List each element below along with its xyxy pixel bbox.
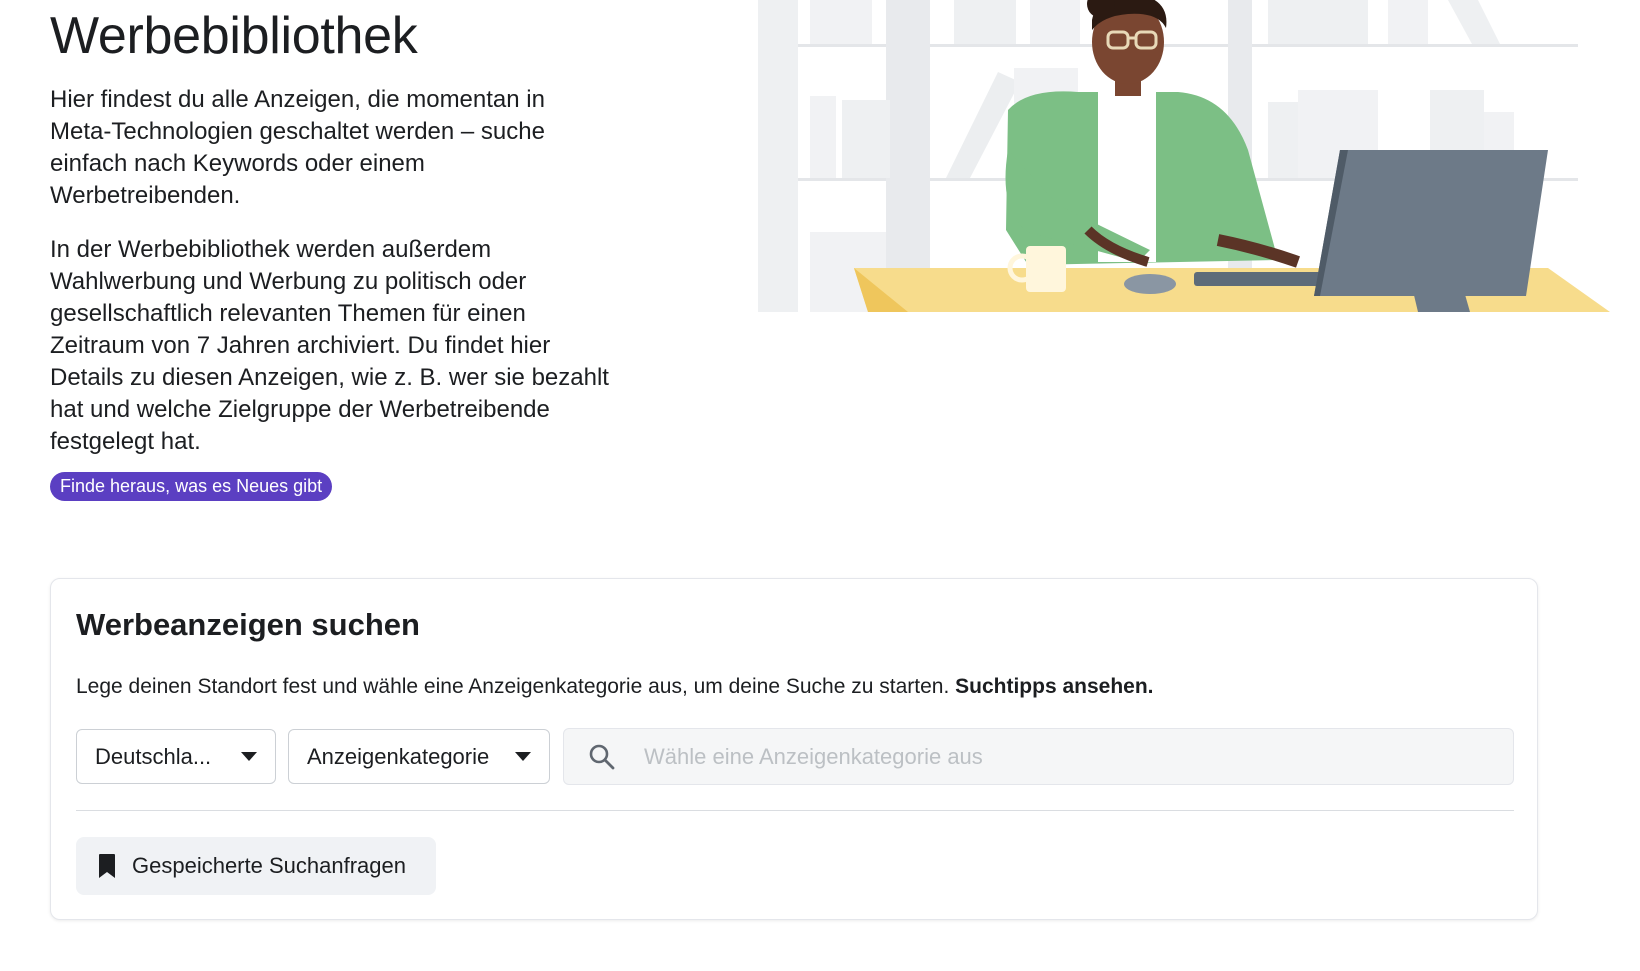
search-instructions-text: Lege deinen Standort fest und wähle eine… bbox=[76, 675, 950, 698]
search-ads-card: Werbeanzeigen suchen Lege deinen Standor… bbox=[50, 578, 1538, 920]
country-select[interactable]: Deutschla... bbox=[76, 729, 276, 784]
search-card-description: Lege deinen Standort fest und wähle eine… bbox=[76, 673, 1154, 701]
search-card-title: Werbeanzeigen suchen bbox=[76, 607, 420, 642]
search-field[interactable] bbox=[563, 728, 1514, 785]
caret-down-icon bbox=[241, 752, 257, 761]
search-icon bbox=[589, 744, 615, 769]
person-at-computer-illustration bbox=[758, 0, 1610, 312]
page-title: Werbebibliothek bbox=[50, 7, 418, 65]
search-input[interactable] bbox=[642, 742, 1466, 771]
whats-new-link[interactable]: Finde heraus, was es Neues gibt bbox=[50, 472, 333, 501]
hero-section: Werbebibliothek Hier findest du alle Anz… bbox=[50, 0, 610, 501]
divider bbox=[76, 810, 1514, 811]
bookmark-icon bbox=[99, 854, 115, 878]
page: Werbebibliothek Hier findest du alle Anz… bbox=[0, 0, 1640, 971]
search-tips-link[interactable]: Suchtipps ansehen. bbox=[955, 675, 1153, 698]
country-select-value: Deutschla... bbox=[95, 743, 212, 769]
ad-category-select-value: Anzeigenkategorie bbox=[307, 743, 490, 769]
caret-down-icon bbox=[515, 752, 531, 761]
saved-searches-button[interactable]: Gespeicherte Suchanfragen bbox=[76, 837, 436, 895]
intro-paragraph: Hier findest du alle Anzeigen, die momen… bbox=[50, 86, 545, 209]
ad-category-select[interactable]: Anzeigenkategorie bbox=[288, 729, 550, 784]
saved-searches-label: Gespeicherte Suchanfragen bbox=[132, 853, 406, 878]
archive-paragraph: In der Werbebibliothek werden außerdem W… bbox=[50, 236, 609, 455]
